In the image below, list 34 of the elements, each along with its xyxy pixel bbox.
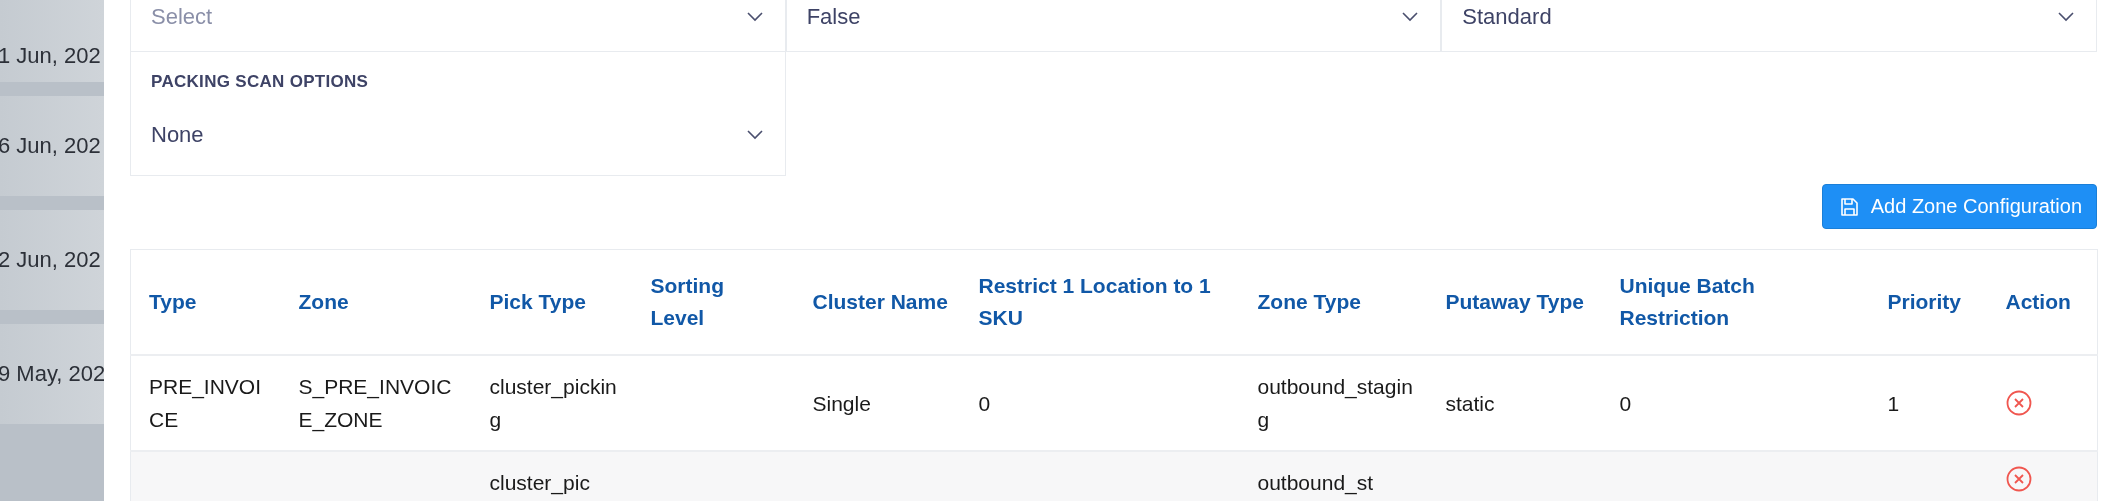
table-cell: Single [812, 391, 871, 415]
select-field[interactable]: False [785, 0, 1442, 52]
column-header: Action [1987, 249, 2098, 355]
remove-icon[interactable] [2005, 390, 2032, 416]
column-header: Zone Type [1239, 249, 1428, 355]
column-header: Sorting Level [632, 249, 795, 355]
column-header: Cluster Name [794, 249, 961, 355]
column-header: Putaway Type [1427, 249, 1602, 355]
column-header: Zone [280, 249, 472, 355]
table-cell: S_PRE_INVOICE_ZONE [298, 375, 452, 431]
column-header: Unique Batch Restriction [1601, 249, 1870, 355]
table-cell: static [1445, 391, 1495, 415]
remove-icon[interactable] [2005, 466, 2032, 492]
chevron-down-icon [746, 130, 763, 140]
column-header: Pick Type [471, 249, 633, 355]
select-field[interactable]: None [151, 118, 763, 152]
save-icon [1838, 196, 1859, 217]
table-cell: 0 [1619, 391, 1632, 415]
select-field[interactable]: Standard [1441, 0, 2097, 52]
table-cell: 0 [978, 391, 991, 415]
chevron-down-icon [2058, 11, 2074, 22]
table-cell: cluster_pic [489, 471, 590, 494]
column-header: Restrict 1 Location to 1 SKU [960, 249, 1240, 355]
table-cell: PRE_INVOICE [149, 375, 262, 431]
table-cell: outbound_staging [1257, 375, 1413, 431]
table-cell: outbound_st [1257, 471, 1374, 494]
chevron-down-icon [1402, 11, 1419, 22]
chevron-down-icon [746, 11, 763, 22]
date-text: 1 Jun, 202 [0, 43, 101, 69]
table-cell: 1 [1887, 391, 1900, 415]
column-header: Type [130, 249, 281, 355]
column-header: Priority [1869, 249, 1988, 355]
table-cell: cluster_picking [489, 375, 617, 431]
field-label: PACKING SCAN OPTIONS [151, 72, 369, 92]
